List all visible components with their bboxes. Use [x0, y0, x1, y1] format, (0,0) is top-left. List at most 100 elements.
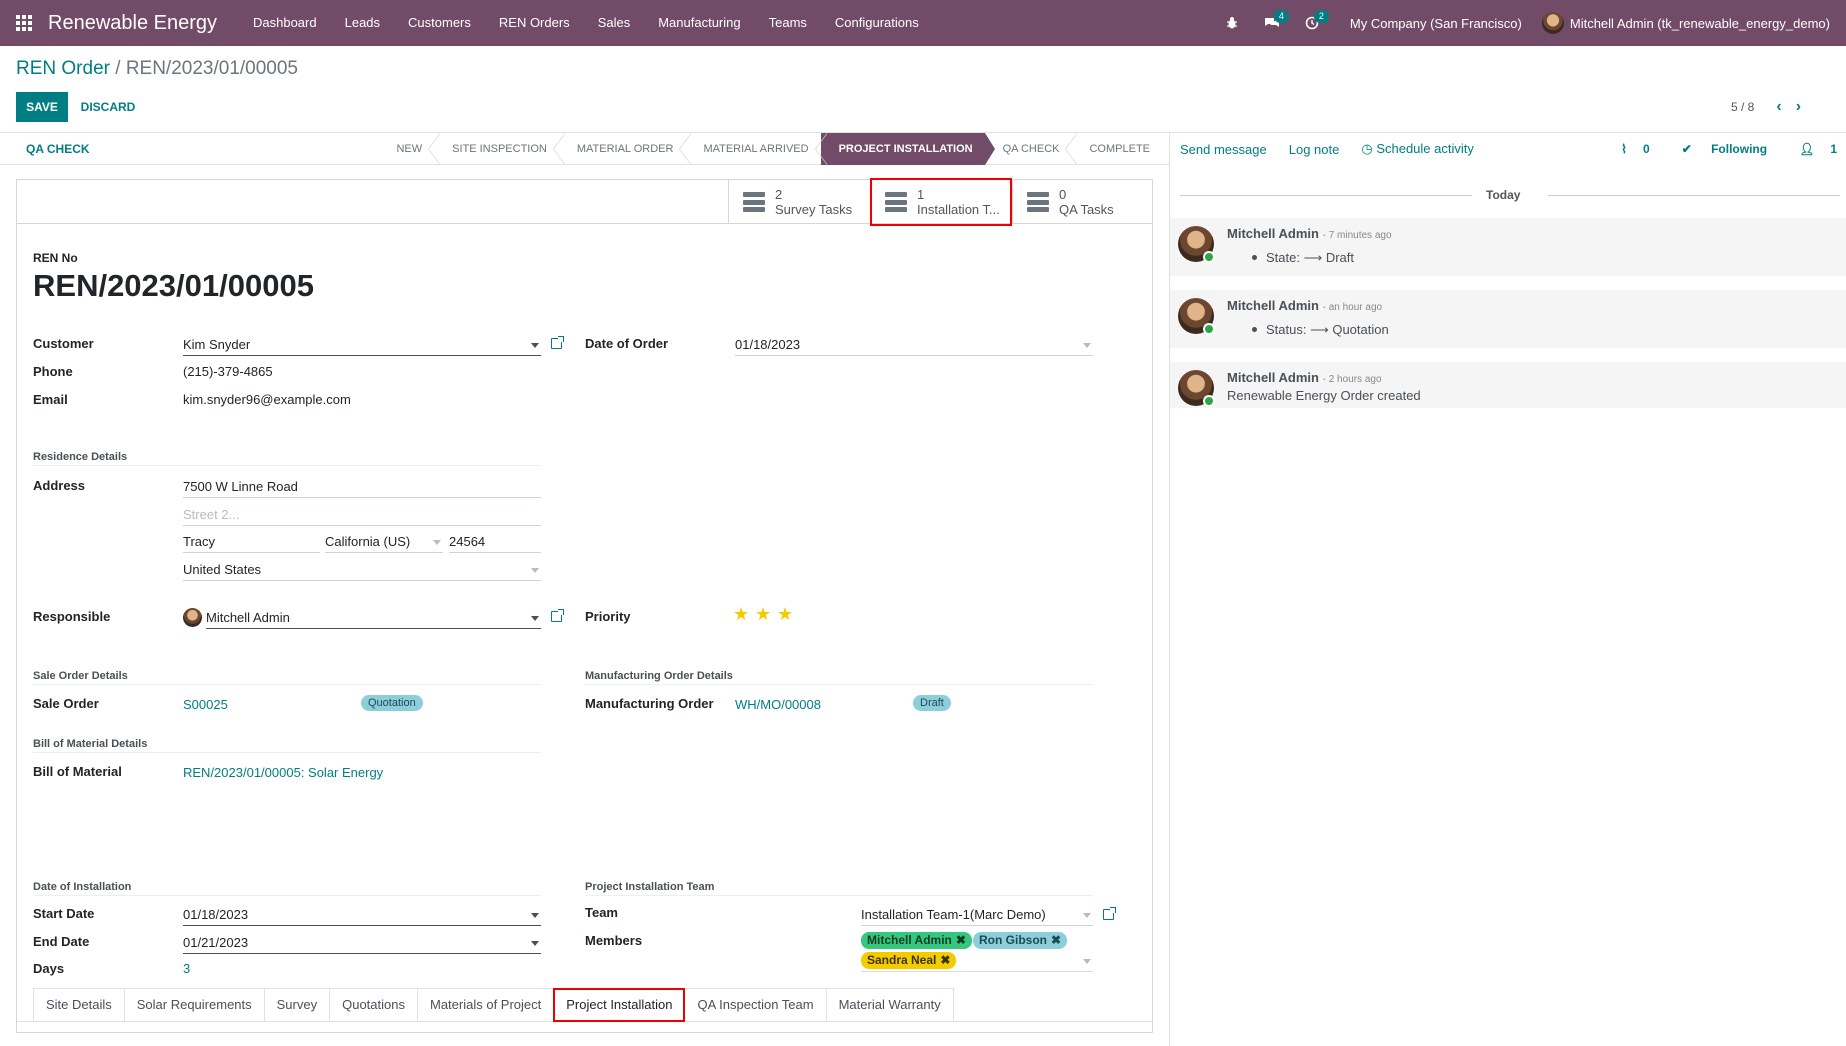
state-field[interactable]: California (US)	[325, 533, 443, 553]
stage-material-order[interactable]: MATERIAL ORDER	[559, 133, 691, 165]
priority-star-icon[interactable]: ★	[733, 605, 749, 623]
following-button[interactable]: ✔ Following	[1666, 142, 1767, 156]
activities-clock-icon[interactable]: 2	[1292, 0, 1332, 46]
qa-tasks-button[interactable]: 0 QA Tasks	[1012, 180, 1154, 224]
breadcrumb-parent[interactable]: REN Order	[16, 58, 110, 79]
save-button[interactable]: SAVE	[16, 92, 68, 122]
remove-tag-icon[interactable]: ✖	[1051, 933, 1061, 947]
discard-button[interactable]: DISCARD	[76, 92, 140, 122]
menu-configurations[interactable]: Configurations	[821, 0, 933, 46]
phone-value[interactable]: (215)-379-4865	[183, 364, 273, 379]
tab-materials-of-project[interactable]: Materials of Project	[416, 988, 555, 1022]
qa-check-button[interactable]: QA CHECK	[26, 133, 90, 165]
bug-icon[interactable]	[1212, 0, 1252, 46]
pager-value[interactable]: 5 / 8	[1731, 100, 1754, 114]
customer-field[interactable]: Kim Snyder	[183, 336, 541, 356]
schedule-activity-button[interactable]: ◷ Schedule activity	[1350, 141, 1485, 157]
installation-tasks-highlight	[870, 178, 1012, 226]
followers-button[interactable]: 👤︎ 1	[1783, 142, 1837, 156]
end-date-field[interactable]: 01/21/2023	[183, 934, 541, 954]
start-date-label: Start Date	[33, 906, 95, 921]
menu-customers[interactable]: Customers	[394, 0, 485, 46]
responsible-field[interactable]: Mitchell Admin	[206, 609, 541, 629]
ren-no-label: REN No	[33, 251, 78, 265]
message-author[interactable]: Mitchell Admin	[1227, 226, 1319, 241]
company-switcher[interactable]: My Company (San Francisco)	[1332, 16, 1542, 31]
stage-material-arrived[interactable]: MATERIAL ARRIVED	[685, 133, 827, 165]
member-tag[interactable]: Sandra Neal ✖	[861, 952, 957, 969]
pager-previous-icon[interactable]: ‹	[1776, 98, 1781, 116]
attachments-button[interactable]: ⌇ 0	[1605, 142, 1650, 156]
menu-ren-orders[interactable]: REN Orders	[485, 0, 584, 46]
email-value[interactable]: kim.snyder96@example.com	[183, 392, 351, 407]
stage-new[interactable]: NEW	[378, 133, 440, 165]
message-author[interactable]: Mitchell Admin	[1227, 298, 1319, 313]
send-message-button[interactable]: Send message	[1170, 142, 1278, 157]
tab-site-details[interactable]: Site Details	[33, 988, 125, 1022]
member-tag-label: Mitchell Admin	[867, 933, 952, 947]
responsible-value: Mitchell Admin	[206, 610, 290, 625]
chevron-down-icon[interactable]	[531, 568, 539, 573]
team-value: Installation Team-1(Marc Demo)	[861, 907, 1046, 922]
date-of-order-field[interactable]: 01/18/2023	[735, 336, 1093, 356]
manufacturing-order-link[interactable]: WH/MO/00008	[735, 697, 821, 712]
priority-star-icon[interactable]: ★	[777, 605, 793, 623]
menu-leads[interactable]: Leads	[331, 0, 394, 46]
chevron-down-icon[interactable]	[531, 913, 539, 918]
message-author[interactable]: Mitchell Admin	[1227, 370, 1319, 385]
stage-project-installation[interactable]: PROJECT INSTALLATION	[820, 133, 995, 165]
survey-tasks-label: Survey Tasks	[775, 202, 853, 217]
bullet-icon	[1252, 255, 1257, 260]
chevron-down-icon[interactable]	[1083, 913, 1091, 918]
start-date-field[interactable]: 01/18/2023	[183, 906, 541, 926]
menu-sales[interactable]: Sales	[584, 0, 645, 46]
menu-manufacturing[interactable]: Manufacturing	[644, 0, 754, 46]
country-field[interactable]: United States	[183, 561, 541, 581]
messages-icon[interactable]: 4	[1252, 0, 1292, 46]
priority-star-icon[interactable]: ★	[755, 605, 771, 623]
bom-link[interactable]: REN/2023/01/00005: Solar Energy	[183, 765, 383, 780]
priority-label: Priority	[585, 609, 631, 624]
team-field[interactable]: Installation Team-1(Marc Demo)	[861, 906, 1093, 926]
remove-tag-icon[interactable]: ✖	[956, 933, 966, 947]
sale-order-link[interactable]: S00025	[183, 697, 228, 712]
chevron-down-icon[interactable]	[531, 343, 539, 348]
message-time: - 2 hours ago	[1322, 374, 1382, 385]
log-note-button[interactable]: Log note	[1278, 142, 1351, 157]
zip-field[interactable]: 24564	[449, 533, 541, 553]
stage-site-inspection[interactable]: SITE INSPECTION	[434, 133, 565, 165]
tab-quotations[interactable]: Quotations	[329, 988, 418, 1022]
street-field[interactable]: 7500 W Linne Road	[183, 478, 541, 498]
chevron-down-icon[interactable]	[531, 941, 539, 946]
external-link-icon[interactable]	[551, 609, 564, 622]
tab-material-warranty[interactable]: Material Warranty	[825, 988, 954, 1022]
apps-menu-icon[interactable]	[0, 0, 48, 46]
tab-project-installation[interactable]: Project Installation	[553, 988, 686, 1022]
external-link-icon[interactable]	[1103, 907, 1116, 920]
menu-teams[interactable]: Teams	[755, 0, 821, 46]
bullet-icon	[1252, 327, 1257, 332]
pager-next-icon[interactable]: ›	[1796, 98, 1801, 116]
remove-tag-icon[interactable]: ✖	[940, 953, 950, 967]
user-menu[interactable]: Mitchell Admin (tk_renewable_energy_demo…	[1541, 12, 1846, 34]
menu-dashboard[interactable]: Dashboard	[239, 0, 331, 46]
stage-qa-check[interactable]: QA CHECK	[985, 133, 1078, 165]
chevron-down-icon[interactable]	[531, 616, 539, 621]
city-field[interactable]: Tracy	[183, 533, 320, 553]
chevron-down-icon[interactable]	[1083, 343, 1091, 348]
member-tag[interactable]: Mitchell Admin ✖	[861, 932, 972, 949]
country-value: United States	[183, 562, 262, 577]
tab-qa-inspection-team[interactable]: QA Inspection Team	[684, 988, 827, 1022]
tab-solar-requirements[interactable]: Solar Requirements	[123, 988, 265, 1022]
app-brand[interactable]: Renewable Energy	[48, 12, 217, 35]
check-icon: ✔	[1681, 142, 1696, 156]
stage-complete[interactable]: COMPLETE	[1071, 133, 1162, 165]
chevron-down-icon[interactable]	[433, 540, 441, 545]
survey-tasks-button[interactable]: 2 Survey Tasks	[728, 180, 870, 224]
chevron-down-icon[interactable]	[1083, 959, 1091, 964]
member-tag[interactable]: Ron Gibson ✖	[973, 932, 1068, 949]
tab-survey[interactable]: Survey	[263, 988, 331, 1022]
street2-field[interactable]: Street 2...	[183, 506, 541, 526]
form-sheet: 2 Survey Tasks 1 Installation T... 0 QA Tas…	[16, 178, 1154, 1033]
external-link-icon[interactable]	[551, 336, 564, 349]
